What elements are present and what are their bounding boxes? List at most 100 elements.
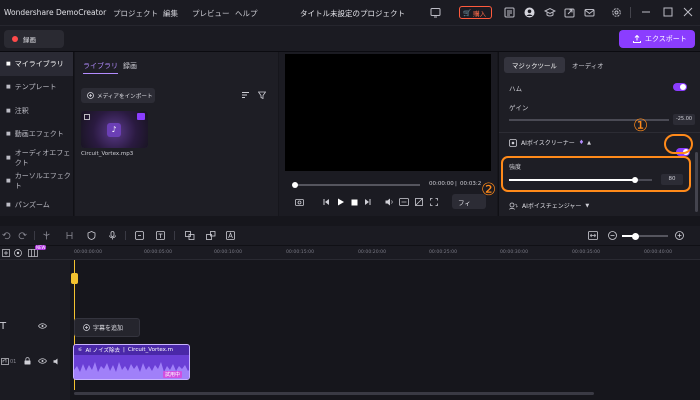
auto-caption-icon[interactable] (226, 231, 235, 240)
menu-edit[interactable]: 編集 (163, 8, 178, 19)
ruler-tick-label: 00:00:25:00 (429, 250, 458, 255)
gain-value-field[interactable]: -25.00 (673, 114, 695, 125)
panel-scrollbar[interactable] (695, 152, 698, 212)
sidebar-item-pan-zoom[interactable]: ■ パンズーム (0, 193, 73, 217)
import-media-button[interactable]: メディアをインポート (81, 88, 155, 103)
user-icon[interactable] (524, 7, 535, 18)
redo-icon[interactable] (18, 231, 27, 240)
tab-audio[interactable]: オーディオ (572, 61, 604, 70)
menu-preview[interactable]: プレビュー (192, 8, 230, 19)
timeline-toolbar (0, 226, 700, 246)
sidebar-item-audio-effects[interactable]: ■ オーディオエフェクト (0, 146, 73, 170)
zoom-slider-knob[interactable] (632, 232, 639, 240)
zoom-out-icon[interactable] (608, 231, 617, 240)
sidebar-item-label: 動画エフェクト (14, 130, 64, 139)
captions-icon[interactable] (399, 198, 409, 206)
hum-label: ハム (509, 85, 522, 93)
share-icon[interactable] (564, 7, 575, 18)
expand-arrow-icon[interactable]: ▲ (587, 140, 591, 146)
sidebar-item-cursor-effects[interactable]: ■ カーソルエフェクト (0, 170, 73, 194)
crop-icon[interactable] (415, 198, 423, 206)
speaker-icon[interactable] (53, 358, 60, 365)
add-caption-button[interactable]: 字幕を追加 (74, 318, 140, 337)
sidebar-item-templates[interactable]: ■ テンプレート (0, 76, 73, 100)
ungroup-icon[interactable] (206, 231, 216, 240)
settings-icon[interactable] (611, 7, 622, 18)
add-track-icon[interactable] (2, 249, 10, 257)
list-icon[interactable] (504, 7, 515, 18)
sidebar-item-annotations[interactable]: ■ 注釈 (0, 99, 73, 123)
buy-button[interactable]: 🛒 購入 (459, 6, 492, 19)
track-number: 01 (10, 359, 17, 365)
audio-track-icon (1, 358, 9, 365)
record-dot-icon (12, 36, 18, 42)
ai-badge-icon (509, 138, 517, 147)
step-forward-icon[interactable] (364, 198, 372, 206)
voice-changer-icon (509, 202, 518, 210)
media-thumbnail[interactable]: ♪ (81, 111, 148, 148)
record-button[interactable]: 録画 (4, 30, 64, 48)
screen-icon[interactable] (430, 7, 441, 18)
sidebar-bullet: ■ (6, 84, 11, 91)
ai-voice-cleaner-label: AIボイスクリーナー (521, 140, 575, 147)
graduation-icon[interactable] (544, 7, 556, 18)
mail-icon[interactable] (584, 7, 595, 18)
marker-icon[interactable] (135, 231, 144, 240)
play-icon[interactable] (337, 198, 345, 206)
stop-icon[interactable] (351, 199, 358, 206)
left-sidebar: ■ マイライブラリ ■ テンプレート ■ 注釈 ■ 動画エフェクト ■ オーディ… (0, 52, 74, 216)
split-icon[interactable] (42, 231, 51, 240)
visibility-eye-icon[interactable] (38, 323, 47, 329)
menu-project[interactable]: プロジェクト (113, 8, 158, 19)
sidebar-item-video-effects[interactable]: ■ 動画エフェクト (0, 123, 73, 147)
volume-icon[interactable] (385, 198, 394, 206)
fit-timeline-icon[interactable] (588, 231, 598, 240)
playhead-knob[interactable] (292, 182, 298, 188)
zoom-slider[interactable] (622, 232, 668, 240)
microphone-icon[interactable] (108, 231, 117, 240)
filter-icon[interactable] (258, 91, 266, 99)
step-back-icon[interactable] (322, 198, 330, 206)
preview-scrubber[interactable] (292, 182, 420, 188)
added-check-icon (137, 113, 145, 120)
lock-icon[interactable] (24, 357, 31, 365)
sidebar-item-my-library[interactable]: ■ マイライブラリ (0, 52, 73, 76)
plus-circle-icon (87, 92, 94, 99)
close-icon[interactable] (683, 7, 693, 17)
text-box-icon[interactable] (156, 231, 165, 240)
undo-icon[interactable] (2, 231, 11, 240)
fullscreen-icon[interactable] (430, 198, 438, 206)
ruler-tick-label: 00:00:40:00 (644, 250, 673, 255)
camera-icon[interactable] (295, 198, 304, 206)
zoom-in-icon[interactable] (675, 231, 684, 240)
trim-icon[interactable] (65, 231, 74, 240)
sort-icon[interactable] (241, 91, 250, 99)
media-filename: Circuit_Vortex.mp3 (81, 151, 134, 157)
annotation-number-one: ① (633, 116, 649, 136)
library-panel: ライブラリ 録画 メディアをインポート ♪ Circuit_Vortex.mp3 (75, 52, 278, 216)
hum-toggle[interactable] (673, 83, 687, 91)
track-settings-icon[interactable] (14, 249, 22, 257)
export-button[interactable]: エクスポート (619, 30, 695, 48)
timeline-hscrollbar[interactable] (74, 392, 594, 395)
sidebar-item-label: カーソルエフェクト (14, 172, 71, 191)
group-icon[interactable] (185, 231, 195, 240)
maximize-icon[interactable] (663, 7, 673, 17)
divider (630, 7, 631, 18)
audio-clip[interactable]: ⚟ AI ノイズ除去 | Circuit_Vortex.m 試用中 (73, 344, 190, 380)
minimize-icon[interactable] (641, 7, 651, 17)
menu-help[interactable]: ヘルプ (235, 8, 258, 19)
timeline-playhead-handle[interactable] (71, 273, 78, 284)
ruler-tick-label: 00:00:10:00 (214, 250, 243, 255)
ai-voice-changer-row[interactable]: AIボイスチェンジャー ▼ (509, 201, 589, 210)
section-divider (499, 132, 700, 133)
visibility-eye-icon[interactable] (38, 358, 47, 364)
sidebar-bullet: ■ (6, 131, 11, 138)
shield-icon[interactable] (87, 231, 96, 240)
tab-library[interactable]: ライブラリ (83, 61, 118, 74)
tab-magic-tools[interactable]: マジックツール (504, 57, 565, 73)
tab-recordings[interactable]: 録画 (123, 61, 137, 71)
timeline-ruler[interactable]: NEW 00:00:00:00 00:00:05:00 00:00:10:00 … (0, 245, 700, 260)
storyboard-icon[interactable] (28, 249, 38, 257)
cart-icon: 🛒 (463, 8, 472, 17)
